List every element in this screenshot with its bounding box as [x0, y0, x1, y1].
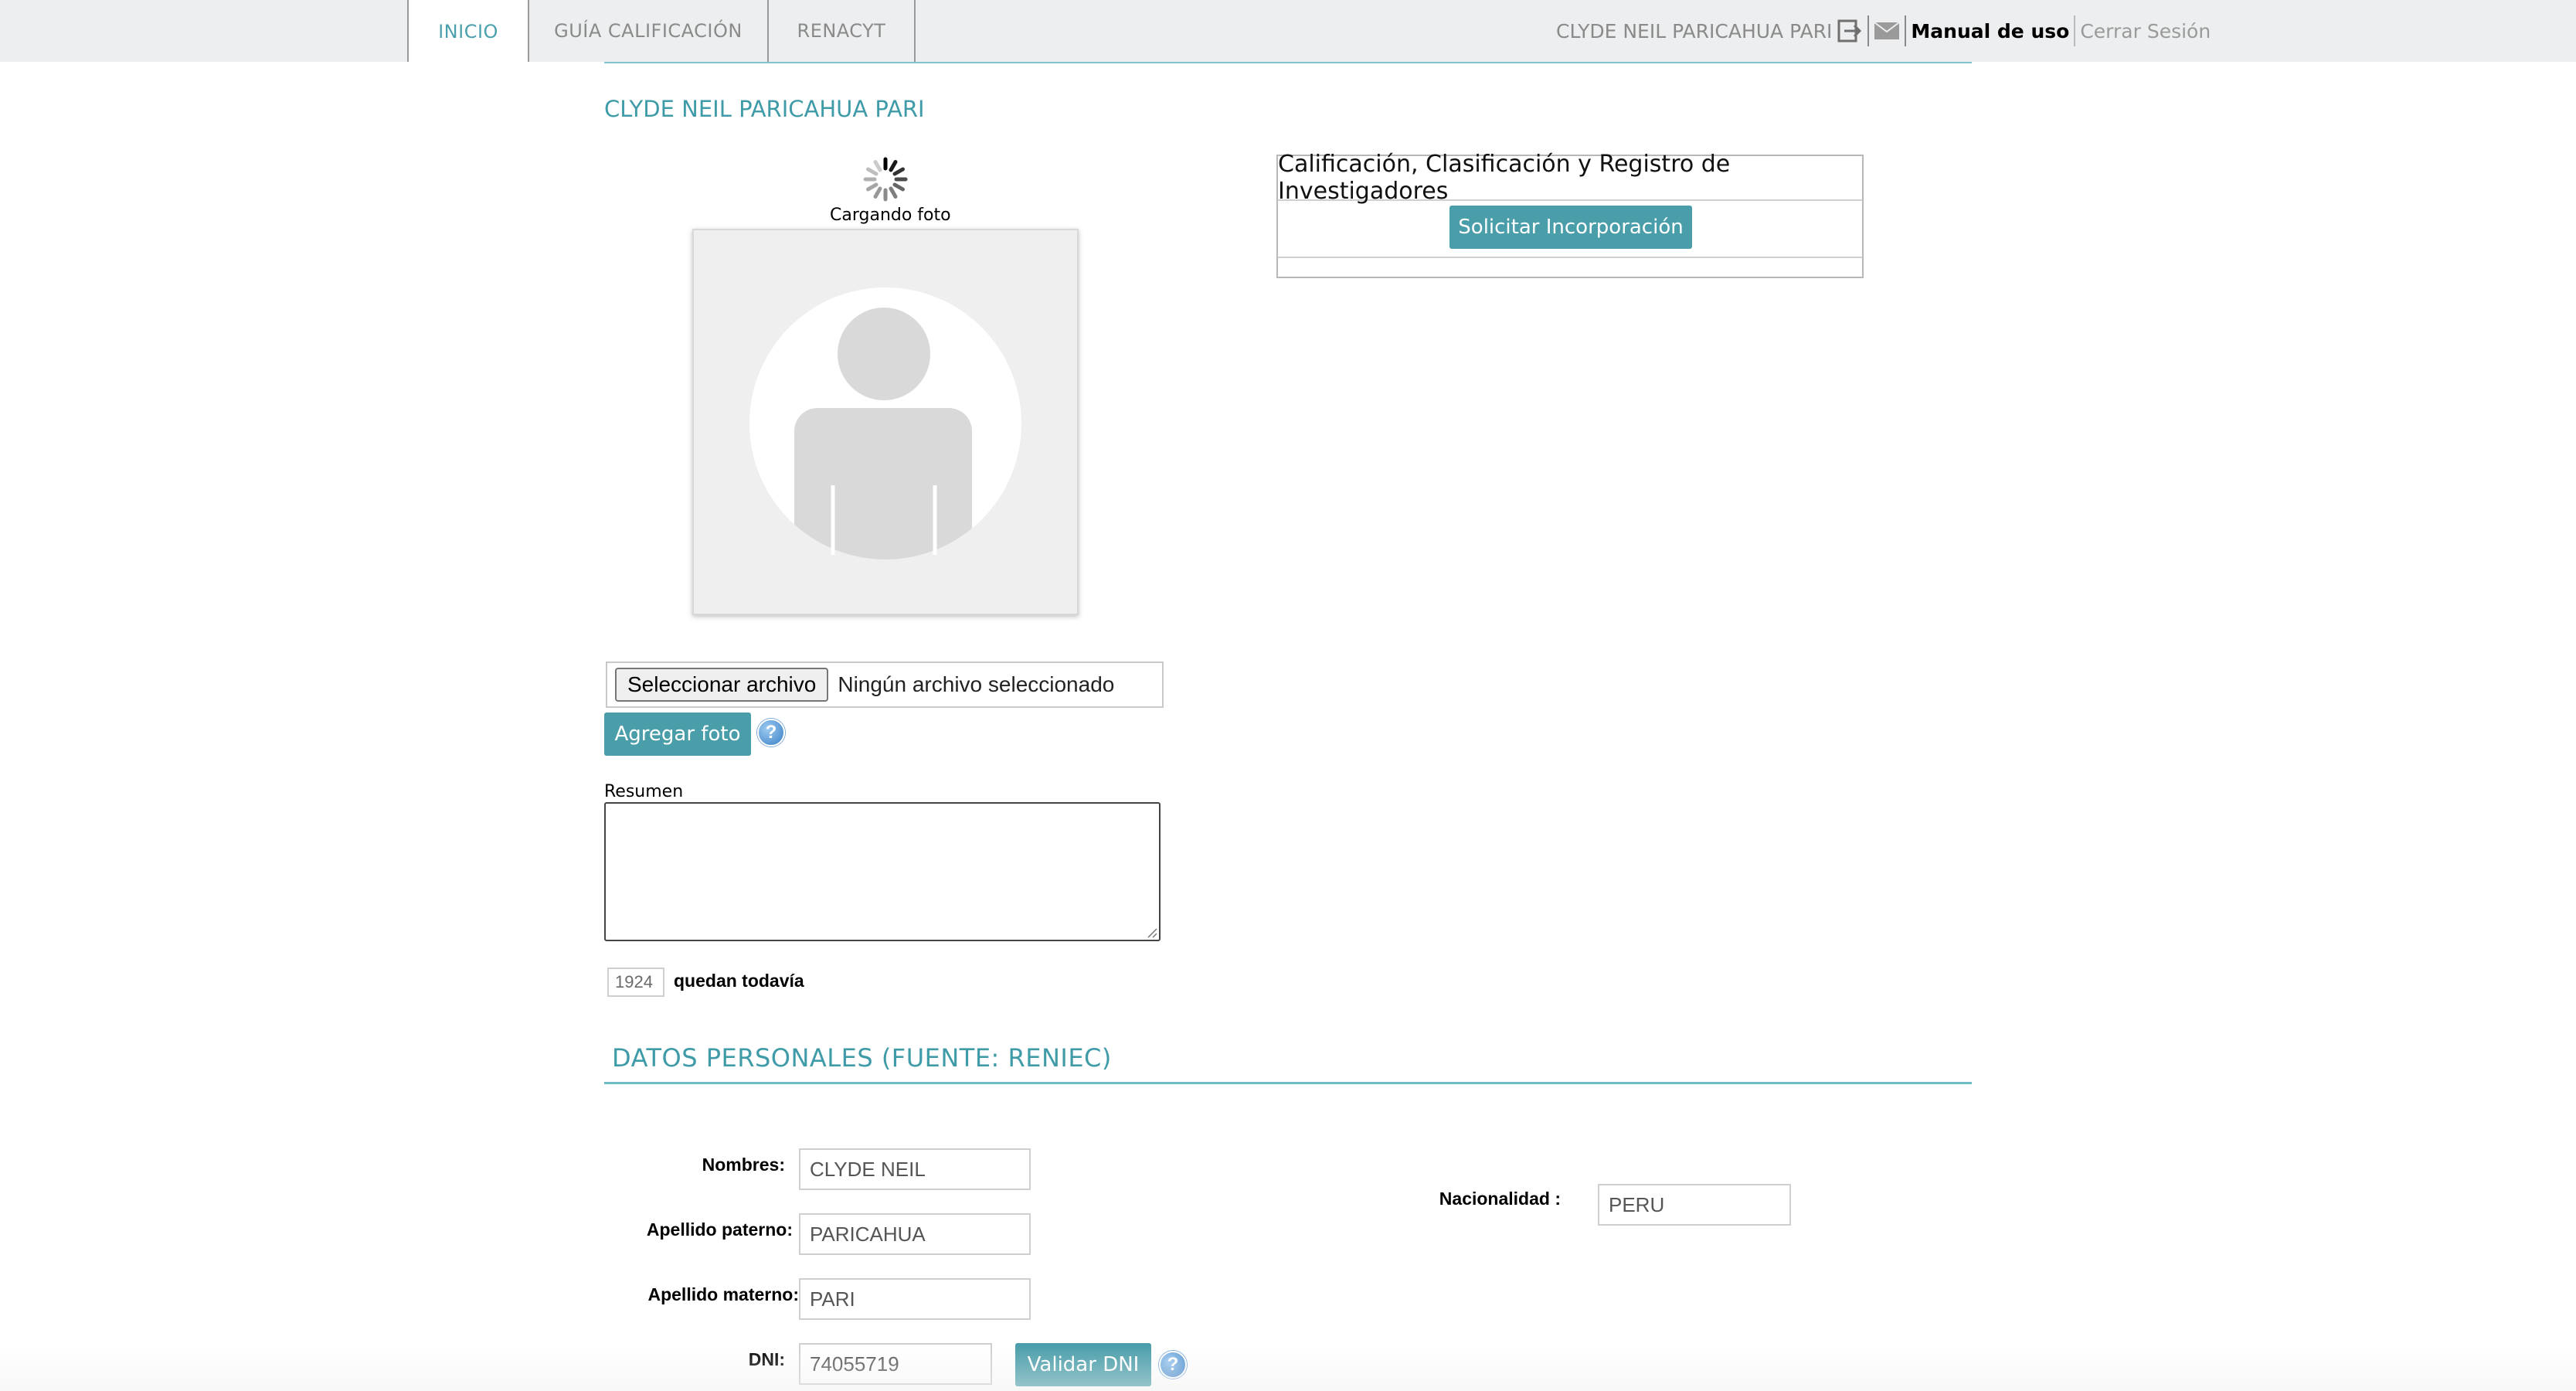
select-file-button[interactable]: Seleccionar archivo: [615, 668, 829, 702]
tab-inicio[interactable]: INICIO: [409, 0, 528, 63]
mail-icon[interactable]: [1874, 22, 1901, 40]
ccr-panel: Calificación, Clasificación y Registro d…: [1276, 151, 1864, 278]
tab-divider: [914, 0, 916, 62]
apellido-paterno-label: Apellido paterno:: [646, 1219, 793, 1240]
dni-label: DNI:: [748, 1349, 785, 1369]
request-incorporation-button[interactable]: Solicitar Incorporación: [1449, 206, 1692, 249]
help-icon[interactable]: ?: [1159, 1351, 1187, 1379]
apellido-materno-field[interactable]: PARI: [799, 1278, 1031, 1320]
dni-field[interactable]: 74055719: [799, 1343, 992, 1385]
divider: [2074, 15, 2076, 46]
chars-remaining-counter: 1924: [607, 968, 664, 997]
loading-spinner-icon: [861, 155, 910, 204]
chars-remaining-label: quedan todavía: [674, 971, 804, 991]
file-status-text: Ningún archivo seleccionado: [838, 672, 1115, 696]
ccr-panel-title: Calificación, Clasificación y Registro d…: [1278, 151, 1862, 205]
personal-data-section-title: DATOS PERSONALES (FUENTE: RENIEC): [612, 1043, 1112, 1073]
profile-title: CLYDE NEIL PARICAHUA PARI: [604, 96, 925, 122]
nombres-label: Nombres:: [702, 1155, 785, 1175]
apellido-paterno-field[interactable]: PARICAHUA: [799, 1213, 1031, 1255]
help-icon[interactable]: ?: [757, 719, 785, 747]
manual-link[interactable]: Manual de uso: [1911, 20, 2069, 43]
nacionalidad-label: Nacionalidad :: [1439, 1189, 1561, 1209]
logout-link[interactable]: Cerrar Sesión: [2080, 20, 2211, 43]
summary-textarea[interactable]: [604, 802, 1161, 941]
section-divider: [604, 1082, 1972, 1084]
profile-photo: [692, 229, 1079, 615]
user-name-link[interactable]: CLYDE NEIL PARICAHUA PARI: [1556, 20, 1832, 43]
divider: [1905, 15, 1907, 46]
nacionalidad-field[interactable]: PERU: [1598, 1184, 1791, 1226]
add-photo-button[interactable]: Agregar foto: [604, 713, 751, 756]
tab-guia-calificacion[interactable]: GUÍA CALIFICACIÓN: [529, 0, 767, 62]
avatar-placeholder-icon: [749, 287, 1021, 559]
tab-renacyt[interactable]: RENACYT: [769, 0, 914, 62]
header-divider: [604, 62, 1972, 63]
photo-file-input[interactable]: Seleccionar archivo Ningún archivo selec…: [606, 661, 1164, 708]
divider: [1867, 15, 1870, 46]
resize-grip-icon[interactable]: [1145, 926, 1157, 938]
exit-icon[interactable]: [1837, 19, 1863, 43]
user-area: CLYDE NEIL PARICAHUA PARI Manual de uso …: [1556, 0, 2211, 62]
validate-dni-button[interactable]: Validar DNI: [1015, 1343, 1151, 1386]
top-nav-bar: INICIO GUÍA CALIFICACIÓN RENACYT CLYDE N…: [0, 0, 2576, 63]
summary-label: Resumen: [604, 782, 684, 801]
bottom-fade: [0, 1345, 2576, 1391]
loading-photo-text: Cargando foto: [830, 206, 951, 225]
apellido-materno-label: Apellido materno:: [647, 1284, 799, 1304]
ccr-panel-divider: [1278, 257, 1862, 258]
nombres-field[interactable]: CLYDE NEIL: [799, 1148, 1031, 1190]
